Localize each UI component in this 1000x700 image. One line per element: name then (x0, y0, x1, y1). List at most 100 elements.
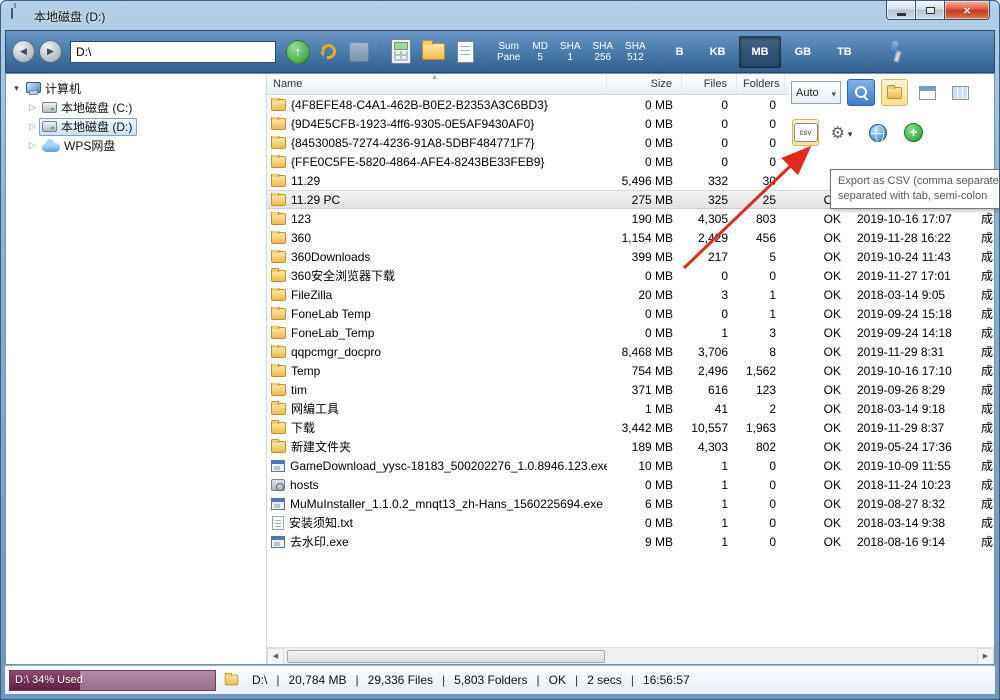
new-file-button[interactable] (457, 41, 474, 63)
cell-date: 2019-09-24 14:18 (849, 326, 981, 340)
column-header-folders[interactable]: Folders (737, 74, 785, 94)
cell-extra: 成 (981, 210, 994, 227)
table-row[interactable]: 360Downloads399 MB2175OK2019-10-24 11:43… (267, 247, 994, 266)
add-button[interactable] (900, 119, 927, 146)
file-name: tim (291, 383, 307, 397)
expander-icon[interactable] (26, 140, 39, 151)
toolbar-separator (380, 37, 381, 67)
cell-extra: 成 (981, 533, 994, 550)
status-state: OK (549, 673, 566, 687)
table-row[interactable]: qqpcmgr_docpro8,468 MB3,7068OK2019-11-29… (267, 342, 994, 361)
file-name: 11.29 (291, 174, 320, 188)
column-header-files[interactable]: Files (682, 74, 737, 94)
cell-extra: 成 (981, 514, 994, 531)
cell-name: {84530085-7274-4236-91A8-5DBF484771F7} (267, 136, 607, 150)
cell-extra: 成 (981, 438, 994, 455)
scroll-left-button[interactable]: ◀ (267, 648, 284, 665)
export-csv-button[interactable]: csv (792, 119, 819, 146)
cell-files: 1 (682, 516, 737, 530)
cell-folders: 5 (737, 250, 785, 264)
forward-arrow-icon: ▶ (47, 46, 54, 57)
column-header-size[interactable]: Size (607, 74, 682, 94)
back-button[interactable]: ◀ (12, 40, 35, 63)
search-button[interactable] (847, 79, 875, 106)
cell-state: OK (785, 497, 849, 511)
cell-files: 41 (682, 402, 737, 416)
table-row[interactable]: FoneLab_Temp0 MB13OK2019-09-24 14:18成 (267, 323, 994, 342)
cell-date: 2019-09-26 8:29 (849, 383, 981, 397)
table-row[interactable]: 网编工具1 MB412OK2018-03-14 9:18成 (267, 399, 994, 418)
open-folder-button[interactable] (422, 43, 445, 60)
cell-name: qqpcmgr_docpro (267, 345, 607, 359)
sidebar-item[interactable]: 计算机 (6, 79, 266, 98)
table-row[interactable]: hosts0 MB10OK2018-11-24 10:23成 (267, 475, 994, 494)
globe-icon (869, 124, 887, 142)
tools-button[interactable] (884, 40, 902, 64)
status-files: 29,336 Files (368, 673, 433, 687)
calculator-button[interactable] (391, 39, 411, 64)
window-title: 本地磁盘 (D:) (34, 8, 105, 25)
expander-icon[interactable] (26, 121, 39, 132)
sum-pane-label-1: Sum (498, 41, 519, 52)
table-row[interactable]: 安装须知.txt0 MB10OK2018-03-14 9:38成 (267, 513, 994, 532)
hash-button-sha512[interactable]: SHA512 (619, 39, 652, 65)
cell-date: 2019-10-24 11:43 (849, 250, 981, 264)
table-row[interactable]: Temp754 MB2,4961,562OK2019-10-16 17:10成 (267, 361, 994, 380)
column-header-name[interactable]: Name▴ (267, 74, 607, 94)
close-button[interactable]: × (944, 1, 990, 20)
columns-view-button[interactable] (947, 79, 974, 106)
table-row[interactable]: 360安全浏览器下载0 MB00OK2019-11-27 17:01成 (267, 266, 994, 285)
expander-icon[interactable] (26, 102, 39, 113)
table-row[interactable]: MuMuInstaller_1.1.0.2_mnqt13_zh-Hans_156… (267, 494, 994, 513)
refresh-button[interactable] (318, 41, 338, 61)
cell-size: 20 MB (607, 288, 682, 302)
horizontal-scrollbar[interactable]: ◀ ▶ (267, 647, 994, 664)
table-row[interactable]: 下载3,442 MB10,5571,963OK2019-11-29 8:37成 (267, 418, 994, 437)
stop-button[interactable] (349, 42, 369, 62)
scrollbar-thumb[interactable] (287, 650, 605, 663)
table-row[interactable]: GameDownload_yysc-18183_500202276_1.0.89… (267, 456, 994, 475)
folder-icon (271, 346, 286, 358)
maximize-button[interactable] (916, 1, 944, 20)
hash-button-sha256[interactable]: SHA256 (586, 39, 619, 65)
table-row[interactable]: 123190 MB4,305803OK2019-10-16 17:07成 (267, 209, 994, 228)
unit-button-gb[interactable]: GB (783, 36, 824, 68)
hash-button-md5[interactable]: MD5 (526, 39, 554, 65)
table-row[interactable]: 3601,154 MB2,429456OK2019-11-28 16:22成 (267, 228, 994, 247)
sidebar-item[interactable]: 本地磁盘 (D:) (6, 117, 266, 136)
table-row[interactable]: 去水印.exe9 MB10OK2018-08-16 9:14成 (267, 532, 994, 551)
cloud-icon (42, 143, 60, 152)
unit-button-kb[interactable]: KB (698, 36, 738, 68)
table-row[interactable]: tim371 MB616123OK2019-09-26 8:29成 (267, 380, 994, 399)
table-row[interactable]: FileZilla20 MB31OK2018-03-14 9:05成 (267, 285, 994, 304)
sidebar-item[interactable]: WPS网盘 (6, 136, 266, 155)
unit-button-mb[interactable]: MB (739, 36, 780, 68)
forward-button[interactable]: ▶ (39, 40, 62, 63)
up-button[interactable]: ↑ (286, 40, 310, 64)
computer-icon (26, 82, 41, 95)
sidebar-item-label: 本地磁盘 (D:) (61, 118, 132, 135)
cell-size: 0 MB (607, 269, 682, 283)
file-name: 新建文件夹 (291, 438, 351, 455)
cell-date: 2019-10-16 17:07 (849, 212, 981, 226)
unit-button-b[interactable]: B (664, 36, 696, 68)
sidebar-item[interactable]: 本地磁盘 (C:) (6, 98, 266, 117)
details-view-button[interactable] (914, 79, 941, 106)
table-row[interactable]: 新建文件夹189 MB4,303802OK2019-05-24 17:36成 (267, 437, 994, 456)
scroll-right-button[interactable]: ▶ (977, 648, 994, 665)
cell-name: FileZilla (267, 288, 607, 302)
hash-button-sha1[interactable]: SHA1 (554, 39, 587, 65)
minimize-button[interactable] (886, 1, 916, 20)
plus-icon (904, 123, 923, 142)
sum-pane-button[interactable]: Sum Pane (491, 39, 526, 65)
table-row[interactable]: FoneLab Temp0 MB01OK2019-09-24 15:18成 (267, 304, 994, 323)
auto-dropdown[interactable]: Auto (791, 81, 841, 104)
statusbar: D:\ 34% Used D:\ 20,784 MB 29,336 Files … (5, 665, 995, 694)
settings-button[interactable]: ⚙ (828, 119, 855, 146)
website-button[interactable] (864, 119, 891, 146)
address-input[interactable] (70, 41, 276, 63)
cell-state: OK (785, 364, 849, 378)
unit-button-tb[interactable]: TB (825, 36, 864, 68)
browse-folder-button[interactable] (881, 79, 908, 106)
expander-icon[interactable] (10, 83, 23, 94)
